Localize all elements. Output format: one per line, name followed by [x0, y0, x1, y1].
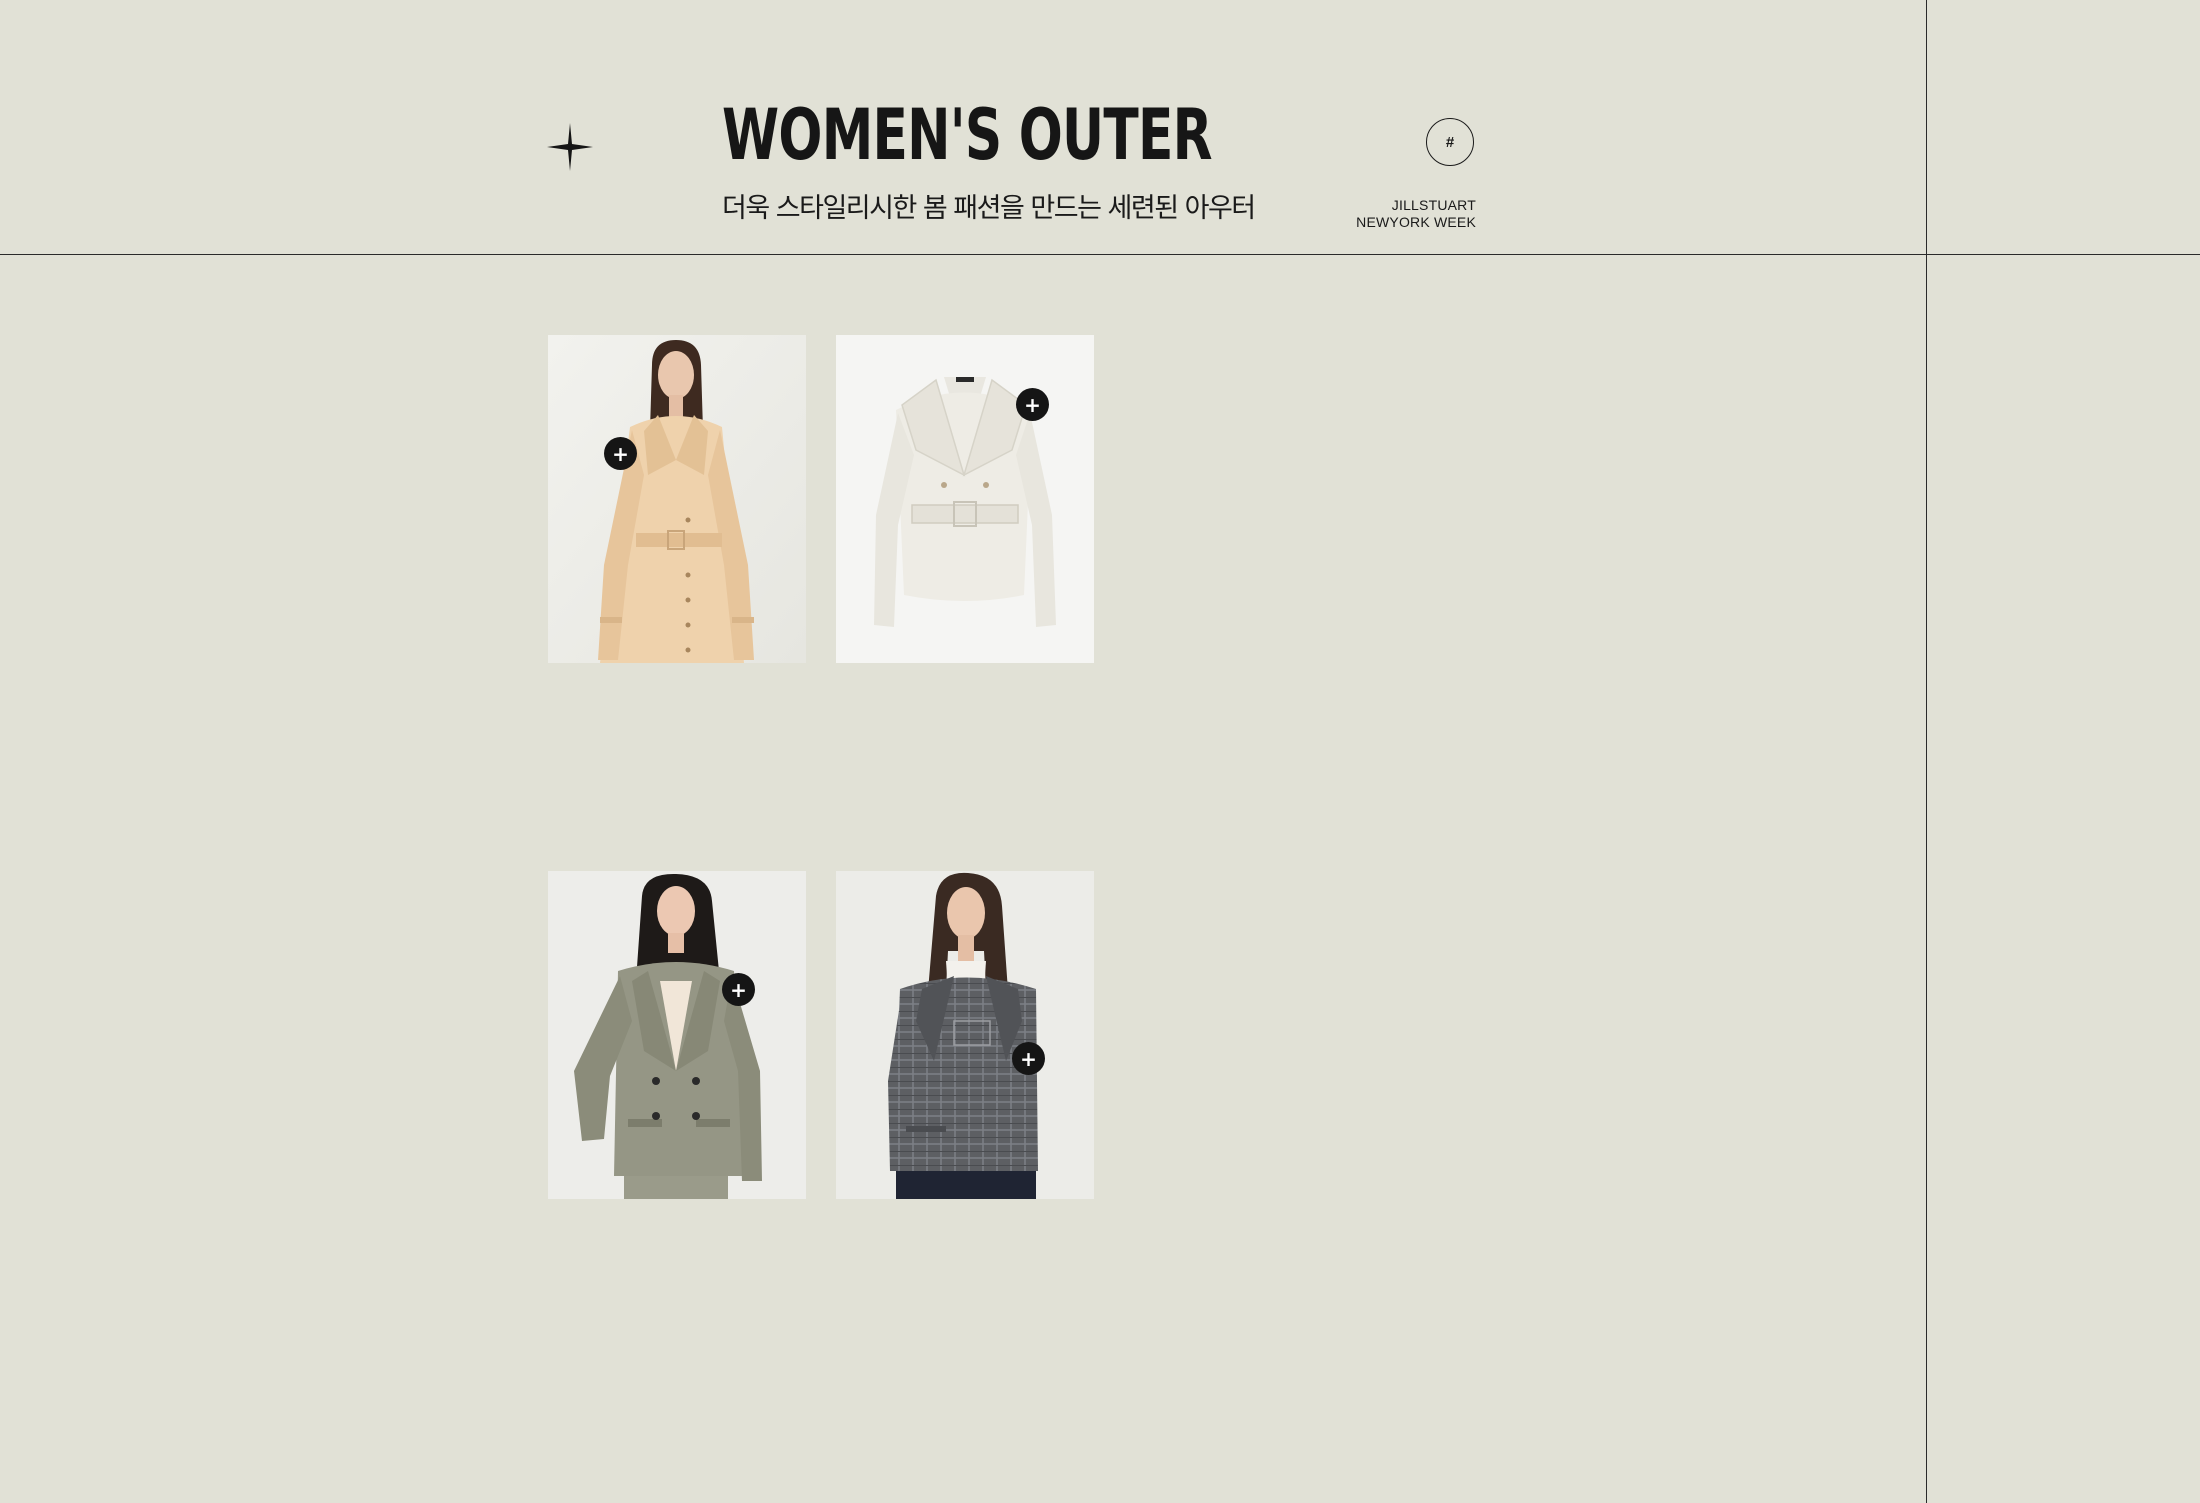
product-image-khaki-blazer — [548, 871, 806, 1199]
vertical-divider — [1926, 0, 1927, 1503]
product-hotspot-trench-coat[interactable]: + — [604, 437, 637, 470]
product-hotspot-check-jacket[interactable]: + — [1012, 1042, 1045, 1075]
product-card-khaki-blazer[interactable]: + — [548, 871, 806, 1199]
product-image-ivory-jacket — [836, 335, 1094, 663]
page-subtitle: 더욱 스타일리시한 봄 패션을 만드는 세련된 아우터 — [722, 193, 1256, 224]
header-divider — [0, 254, 2200, 255]
sparkle-icon — [547, 123, 593, 171]
product-hotspot-khaki-blazer[interactable]: + — [722, 973, 755, 1006]
page-title: WOMEN'S OUTER — [722, 94, 1212, 176]
hashtag-label: # — [1445, 133, 1455, 151]
product-image-check-jacket — [836, 871, 1094, 1199]
brand-label: JILLSTUART NEWYORK WEEK — [1356, 197, 1476, 231]
brand-line-1: JILLSTUART — [1391, 197, 1476, 213]
hashtag-button[interactable]: # — [1426, 118, 1474, 166]
product-image-trench-coat — [548, 335, 806, 663]
brand-line-2: NEWYORK WEEK — [1356, 214, 1476, 230]
product-hotspot-ivory-jacket[interactable]: + — [1016, 388, 1049, 421]
product-card-check-jacket[interactable]: + — [836, 871, 1094, 1199]
product-card-ivory-jacket[interactable]: + — [836, 335, 1094, 663]
product-card-trench-coat[interactable]: + — [548, 335, 806, 663]
